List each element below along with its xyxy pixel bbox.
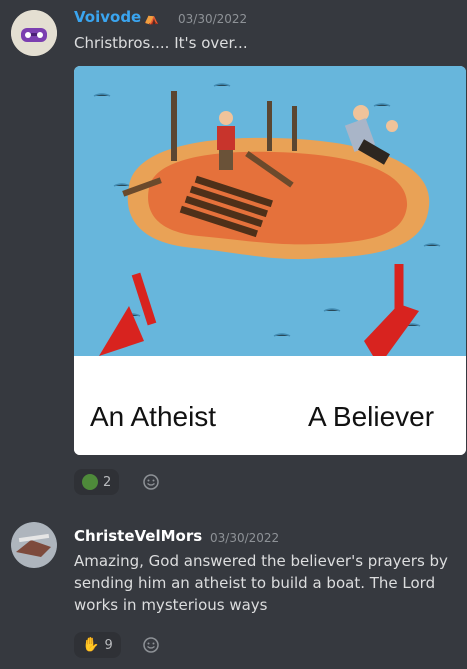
avatar-voivode-icon: [11, 10, 57, 56]
praying-hands-emoji-icon: ✋: [82, 637, 100, 653]
avatar-voivode[interactable]: [11, 10, 57, 56]
add-reaction-button[interactable]: [140, 634, 162, 656]
add-reaction-icon: [143, 474, 159, 490]
author-name[interactable]: ChristeVelMors: [74, 527, 202, 545]
reaction-count: 2: [103, 474, 112, 490]
avatar-christevelmors-icon: [11, 522, 57, 568]
timestamp: 03/30/2022: [210, 531, 280, 545]
reaction-praying-hands[interactable]: ✋ 9: [74, 632, 121, 658]
caption-atheist: An Atheist: [90, 401, 217, 432]
message-text: Christbros.... It's over...: [74, 34, 248, 52]
avatar-christevelmors[interactable]: [11, 522, 57, 568]
message-christevelmors: ChristeVelMors 03/30/2022 Amazing, God a…: [0, 510, 467, 669]
message-voivode: Voivode ⛺ 03/30/2022 Christbros.... It's…: [0, 0, 467, 500]
reaction-pepe[interactable]: 2: [74, 469, 120, 495]
caption-believer: A Believer: [308, 401, 435, 432]
pepe-emoji-icon: [82, 474, 98, 490]
island-illustration: [74, 66, 466, 455]
add-reaction-button[interactable]: [140, 471, 162, 493]
meme-image[interactable]: An Atheist A Believer: [74, 66, 466, 455]
author-name[interactable]: Voivode: [74, 8, 141, 26]
reaction-count: 9: [104, 637, 113, 653]
add-reaction-icon: [143, 637, 159, 653]
message-text: Amazing, God answered the believer's pra…: [74, 552, 448, 614]
timestamp: 03/30/2022: [178, 12, 248, 26]
bot-badge-icon: ⛺: [144, 11, 159, 25]
